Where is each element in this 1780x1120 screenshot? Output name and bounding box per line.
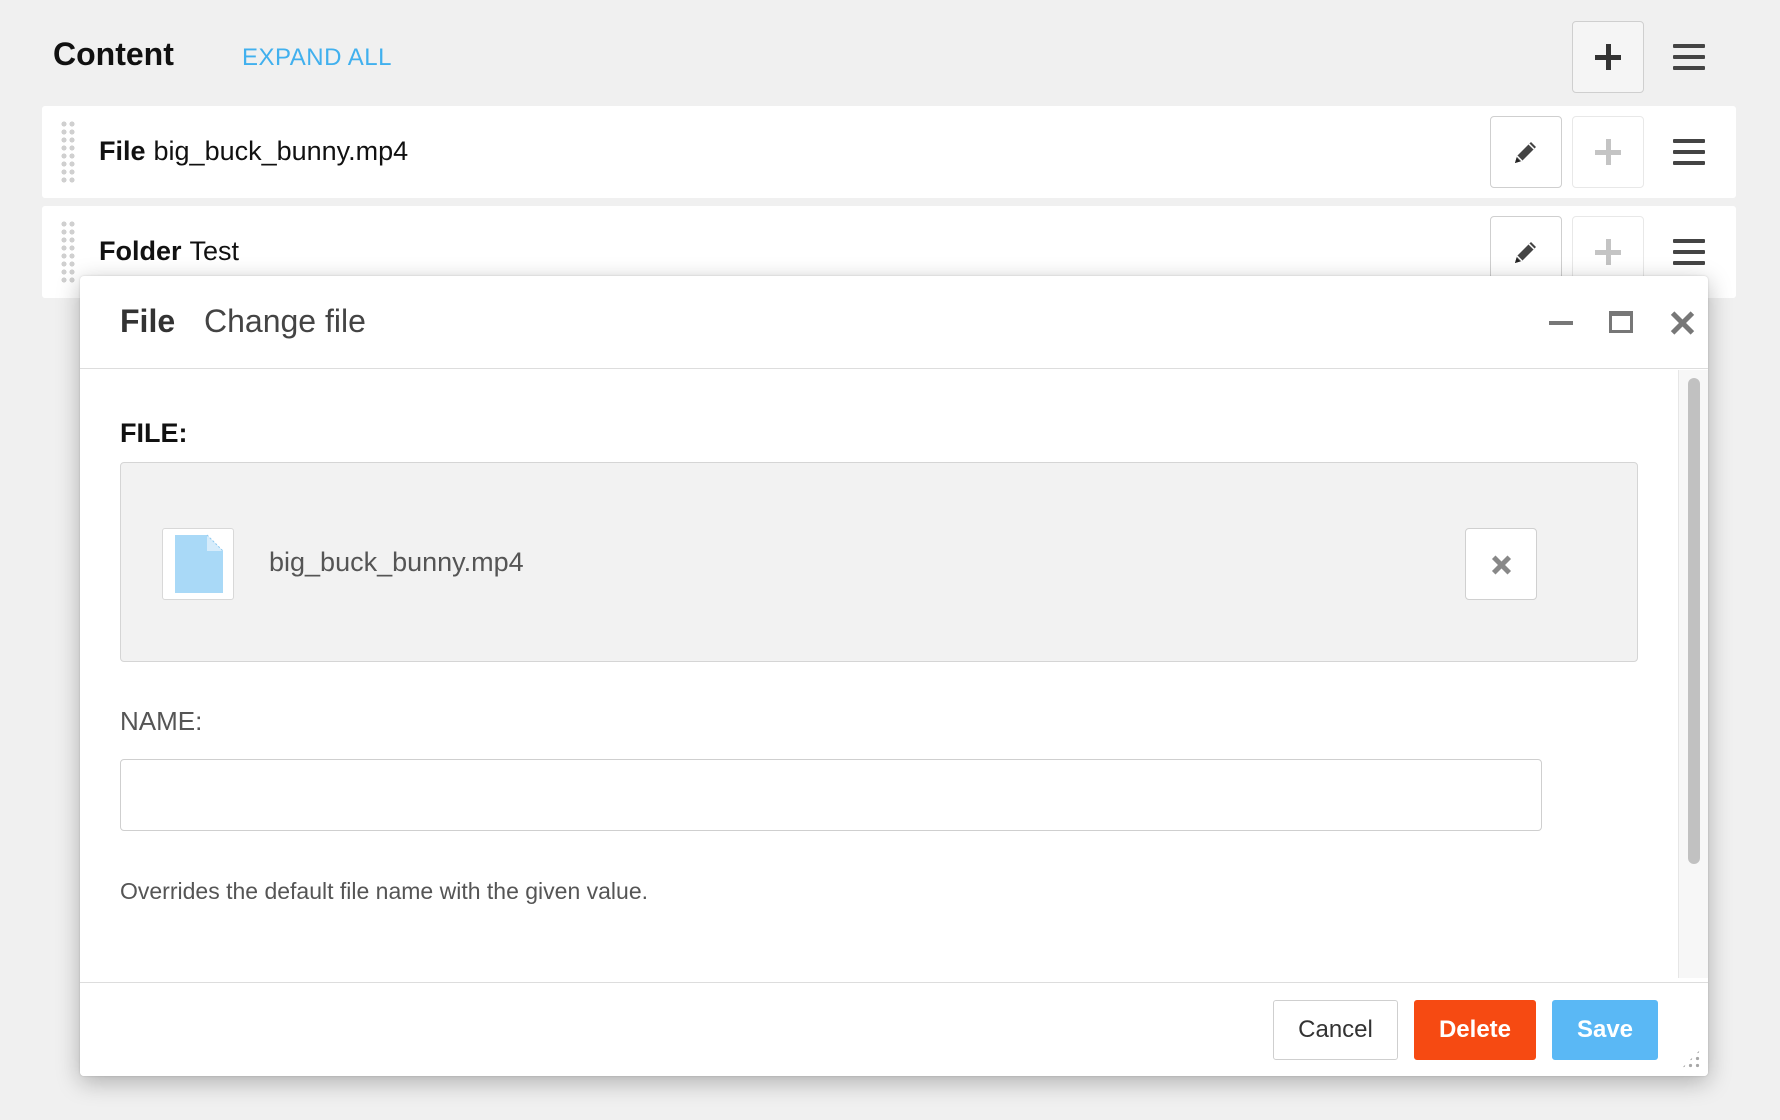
cancel-button[interactable]: Cancel xyxy=(1273,1000,1398,1060)
pencil-icon xyxy=(1515,142,1536,163)
minimize-icon[interactable] xyxy=(1536,298,1586,348)
row-menu-button[interactable] xyxy=(1653,116,1725,188)
add-child-button[interactable] xyxy=(1572,116,1644,188)
hamburger-icon xyxy=(1673,44,1705,70)
row-name: big_buck_bunny.mp4 xyxy=(153,136,409,166)
expand-all-link[interactable]: EXPAND ALL xyxy=(242,44,392,72)
plus-icon xyxy=(1595,239,1621,265)
name-input[interactable] xyxy=(120,759,1542,831)
scrollbar-thumb[interactable] xyxy=(1688,378,1700,864)
row-label: File big_buck_bunny.mp4 xyxy=(99,136,408,167)
hamburger-icon xyxy=(1673,239,1705,265)
dialog-footer: Cancel Delete Save xyxy=(80,982,1708,1076)
dialog-body: FILE: big_buck_bunny.mp4 NAME: Overrides… xyxy=(80,370,1678,978)
delete-button[interactable]: Delete xyxy=(1414,1000,1536,1060)
add-content-button[interactable] xyxy=(1572,21,1644,93)
row-type: Folder xyxy=(99,236,182,266)
content-menu-button[interactable] xyxy=(1653,21,1725,93)
content-row-file[interactable]: File big_buck_bunny.mp4 xyxy=(42,106,1736,198)
row-label: Folder Test xyxy=(99,236,239,267)
dialog-scrollbar[interactable] xyxy=(1678,370,1708,978)
plus-icon xyxy=(1595,139,1621,165)
dialog-subtitle: Change file xyxy=(204,303,366,339)
hamburger-icon xyxy=(1673,139,1705,165)
edit-button[interactable] xyxy=(1490,116,1562,188)
close-icon[interactable] xyxy=(1656,298,1706,348)
maximize-icon[interactable] xyxy=(1596,298,1646,348)
name-field-label: NAME: xyxy=(120,706,203,736)
row-type: File xyxy=(99,136,146,166)
dialog-title: File xyxy=(120,303,176,339)
drag-handle-icon[interactable] xyxy=(60,220,76,284)
file-dropzone[interactable]: big_buck_bunny.mp4 xyxy=(120,462,1638,662)
name-help-text: Overrides the default file name with the… xyxy=(120,878,649,904)
pencil-icon xyxy=(1515,242,1536,263)
file-thumbnail xyxy=(162,528,234,600)
dialog-header[interactable]: File Change file xyxy=(80,276,1708,369)
file-field-label: FILE: xyxy=(120,418,188,448)
file-edit-dialog: File Change file FILE: big_buck_bunny.mp… xyxy=(80,276,1708,1076)
remove-file-button[interactable] xyxy=(1465,528,1537,600)
row-name: Test xyxy=(189,236,240,266)
save-button[interactable]: Save xyxy=(1552,1000,1658,1060)
resize-grip-icon[interactable] xyxy=(1680,1048,1702,1070)
content-header: Content EXPAND ALL xyxy=(0,0,1780,108)
drag-handle-icon[interactable] xyxy=(60,120,76,184)
plus-icon xyxy=(1595,44,1621,70)
file-name: big_buck_bunny.mp4 xyxy=(269,547,524,577)
page-title: Content xyxy=(53,36,174,72)
file-icon xyxy=(175,534,224,593)
